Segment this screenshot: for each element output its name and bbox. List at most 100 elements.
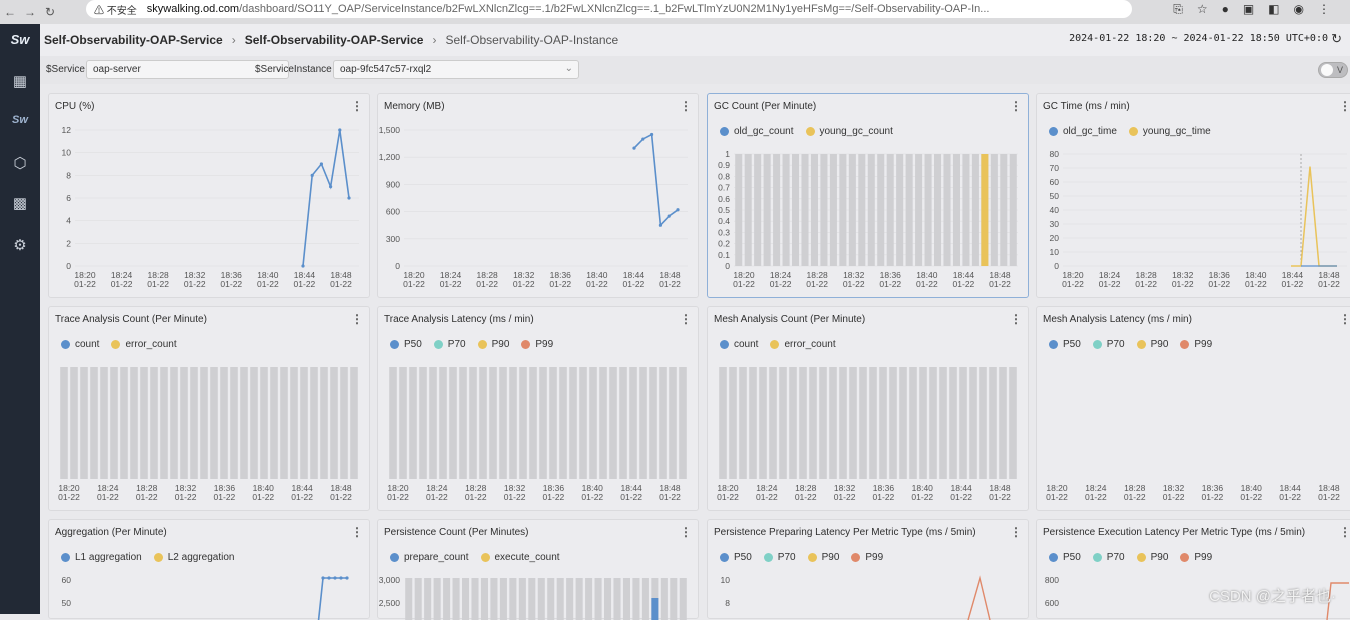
chart-bar[interactable]	[449, 367, 457, 479]
chart-bar[interactable]	[469, 367, 477, 479]
data-point[interactable]	[338, 128, 341, 131]
data-point[interactable]	[676, 208, 679, 211]
data-point[interactable]	[339, 576, 342, 579]
reload-icon[interactable]: ↻	[40, 5, 60, 19]
chart-bar[interactable]	[439, 367, 447, 479]
data-point[interactable]	[641, 137, 644, 140]
address-bar[interactable]: ⚠ 不安全 skywalking.od.com/dashboard/SO11Y_…	[86, 0, 1132, 18]
chart-bar[interactable]	[669, 367, 677, 479]
chart-bar[interactable]	[629, 367, 637, 479]
chart-bar[interactable]	[959, 367, 967, 479]
chart-bar[interactable]	[979, 367, 987, 479]
chart-bar[interactable]	[1009, 367, 1017, 479]
settings-gear-icon[interactable]: ⚙	[0, 236, 40, 254]
chart-bar[interactable]	[779, 367, 787, 479]
chart-bar[interactable]	[858, 154, 865, 266]
chart-bar[interactable]	[659, 367, 667, 479]
chart-bar[interactable]	[60, 367, 68, 479]
data-point[interactable]	[632, 147, 635, 150]
chart-bar[interactable]	[773, 154, 780, 266]
forward-icon[interactable]: →	[20, 5, 40, 19]
breadcrumb-layer[interactable]: Self-Observability-OAP-Service	[44, 33, 223, 47]
chart-bar[interactable]	[943, 154, 950, 266]
alert-icon[interactable]: ⬡	[0, 154, 40, 172]
chart-bar[interactable]	[868, 154, 875, 266]
chart-bar[interactable]	[110, 367, 118, 479]
data-point[interactable]	[347, 196, 350, 199]
chart-bar[interactable]	[745, 154, 752, 266]
chart-bar[interactable]	[869, 367, 877, 479]
data-point[interactable]	[329, 185, 332, 188]
refresh-icon[interactable]: ↻	[1331, 31, 1342, 47]
skywalking-logo[interactable]: Sw	[0, 32, 40, 47]
bookmark-star-icon[interactable]: ☆	[1197, 2, 1208, 17]
chart-bar[interactable]	[819, 367, 827, 479]
chart-bar[interactable]	[409, 367, 417, 479]
chart-bar[interactable]	[859, 367, 867, 479]
dashboard-icon[interactable]: ▦	[0, 72, 40, 90]
chart-bar[interactable]	[589, 367, 597, 479]
chart-bar[interactable]	[160, 367, 168, 479]
chart-bar[interactable]	[399, 367, 407, 479]
chart-bar[interactable]	[330, 367, 338, 479]
chart-bar[interactable]	[180, 367, 188, 479]
chart-bar[interactable]	[190, 367, 198, 479]
chart-bar[interactable]	[260, 367, 268, 479]
chart-bar[interactable]	[200, 367, 208, 479]
data-point[interactable]	[333, 576, 336, 579]
chart-bar[interactable]	[849, 367, 857, 479]
chart-bar[interactable]	[953, 154, 960, 266]
chart-bar[interactable]	[489, 367, 497, 479]
menu-icon[interactable]: ⋮	[1318, 2, 1330, 17]
chart-bar[interactable]	[889, 367, 897, 479]
chart-bar[interactable]	[991, 154, 998, 266]
chart-bar[interactable]	[100, 367, 108, 479]
view-toggle[interactable]: V	[1318, 62, 1348, 78]
time-range-picker[interactable]: 2024-01-22 18:20 ~ 2024-01-22 18:50 UTC+…	[1069, 33, 1328, 44]
chart-bar[interactable]	[934, 154, 941, 266]
chart-bar[interactable]	[240, 367, 248, 479]
translate-icon[interactable]: ⎘	[1173, 2, 1183, 17]
sidepanel-icon[interactable]: ◧	[1268, 2, 1279, 17]
chart-bar[interactable]	[915, 154, 922, 266]
chart-bar[interactable]	[829, 367, 837, 479]
data-point[interactable]	[320, 162, 323, 165]
chart-bar[interactable]	[909, 367, 917, 479]
chart-bar[interactable]	[729, 367, 737, 479]
chart-bar[interactable]	[764, 154, 771, 266]
marketplace-icon[interactable]: Sw	[0, 114, 40, 126]
chart-bar-execute[interactable]	[651, 598, 658, 620]
chart-bar[interactable]	[749, 367, 757, 479]
extension-puzzle-icon[interactable]: ▣	[1243, 2, 1254, 17]
data-point[interactable]	[327, 576, 330, 579]
chart-bar[interactable]	[649, 367, 657, 479]
chart-bar[interactable]	[310, 367, 318, 479]
chart-bar[interactable]	[789, 367, 797, 479]
chart-bar[interactable]	[569, 367, 577, 479]
chart-bar[interactable]	[419, 367, 427, 479]
chart-bar[interactable]	[839, 367, 847, 479]
chart-bar[interactable]	[429, 367, 437, 479]
chart-bar[interactable]	[639, 367, 647, 479]
chart-bar[interactable]	[849, 154, 856, 266]
chart-bar[interactable]	[90, 367, 98, 479]
chart-bar[interactable]	[280, 367, 288, 479]
chart-bar[interactable]	[619, 367, 627, 479]
insecure-badge[interactable]: ⚠ 不安全	[94, 2, 137, 17]
chart-bar[interactable]	[754, 154, 761, 266]
chart-bar[interactable]	[1010, 154, 1017, 266]
chart-bar[interactable]	[679, 367, 687, 479]
chart-bar[interactable]	[130, 367, 138, 479]
chart-bar[interactable]	[759, 367, 767, 479]
data-point[interactable]	[301, 264, 304, 267]
chart-bar[interactable]	[529, 367, 537, 479]
back-icon[interactable]: ←	[0, 5, 20, 19]
chart-bar[interactable]	[929, 367, 937, 479]
chart-bar[interactable]	[949, 367, 957, 479]
chart-bar[interactable]	[899, 367, 907, 479]
chart-bar[interactable]	[499, 367, 507, 479]
chart-bar[interactable]	[599, 367, 607, 479]
young-gc-time-line[interactable]	[1291, 167, 1337, 266]
chart-bar[interactable]	[783, 154, 790, 266]
chart-bar[interactable]	[972, 154, 979, 266]
